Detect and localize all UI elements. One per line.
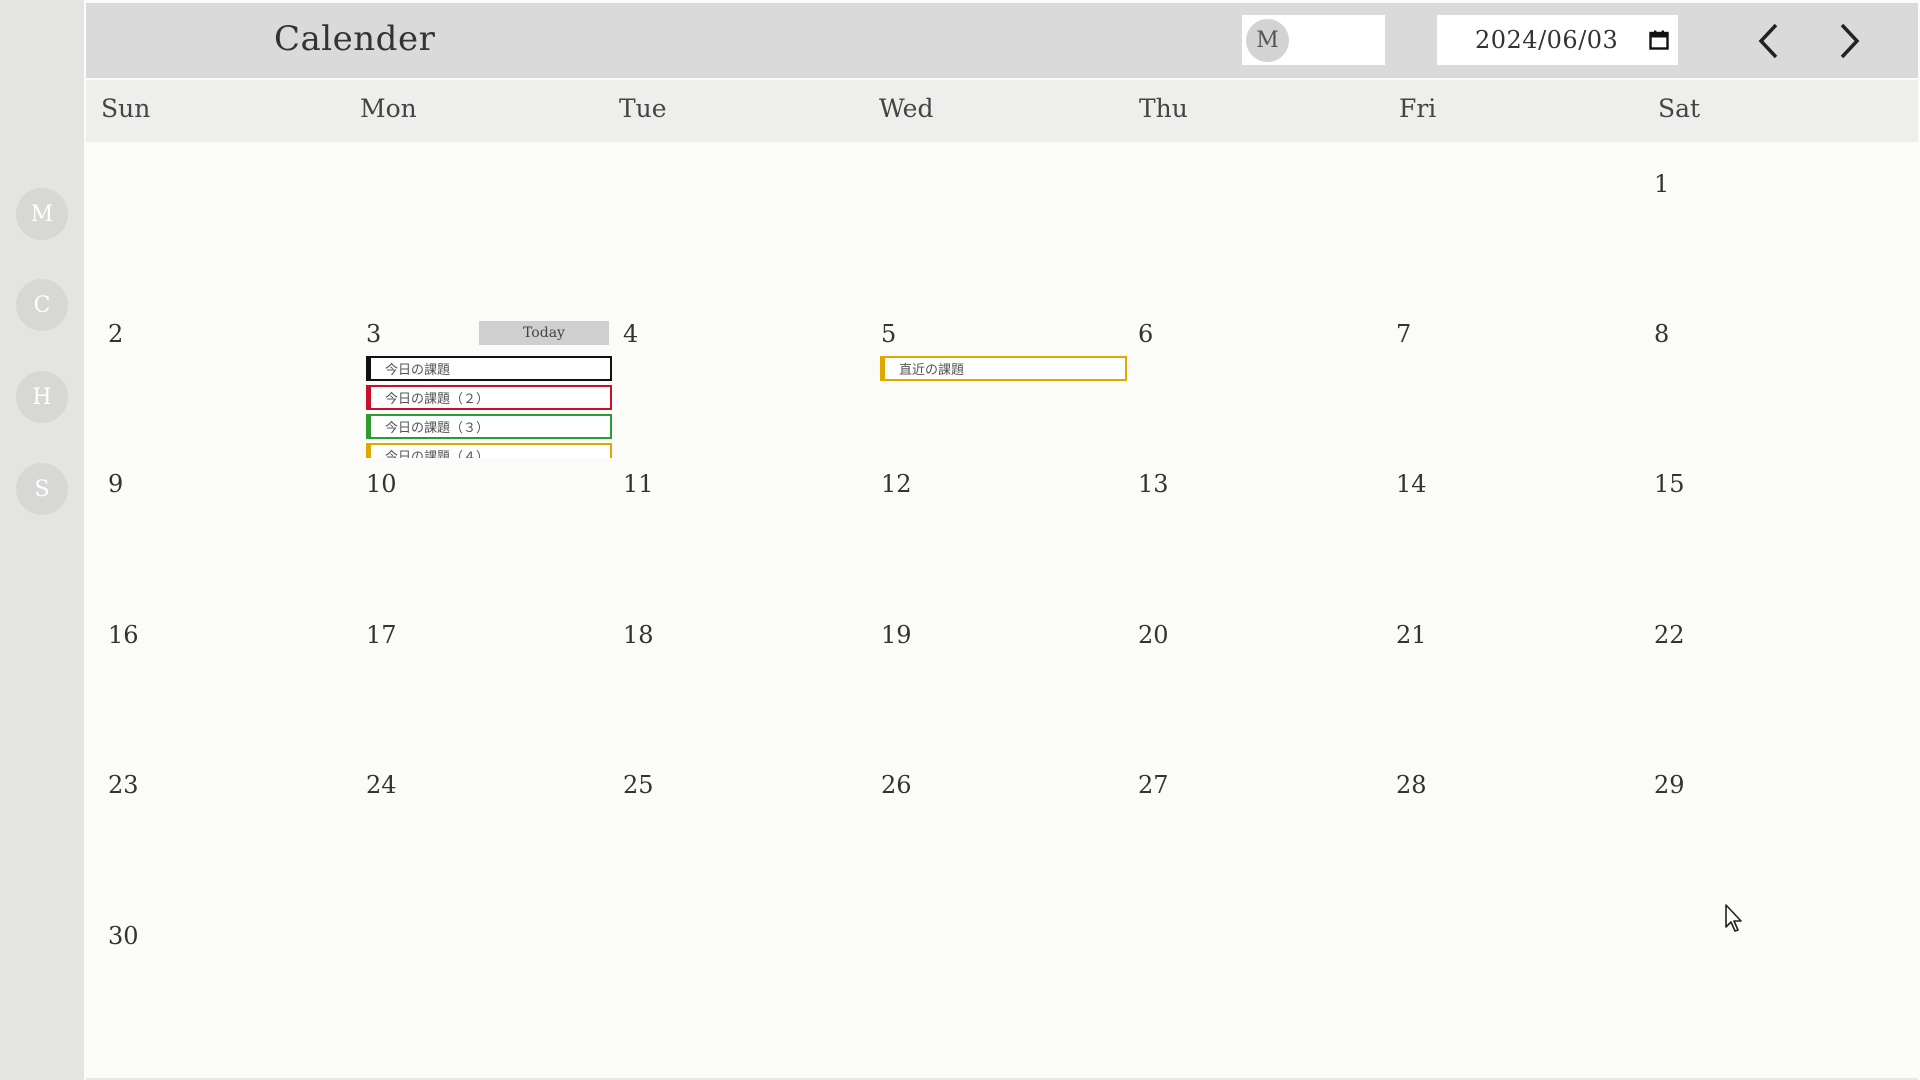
chevron-right-icon[interactable] [1832, 21, 1866, 61]
weekday-fri: Fri [1399, 94, 1437, 123]
day-cell-wed[interactable] [861, 912, 1116, 1057]
day-number: 26 [881, 771, 912, 799]
weekday-mon: Mon [360, 94, 417, 123]
day-number: 20 [1138, 621, 1169, 649]
date-value: 2024/06/03 [1475, 26, 1619, 54]
event-label: 今日の課題（２） [385, 392, 490, 407]
day-cell-fri[interactable] [1376, 310, 1631, 455]
day-cell-tue[interactable] [603, 160, 858, 305]
day-number: 15 [1654, 470, 1685, 498]
day-cell-fri[interactable] [1376, 912, 1631, 1057]
event-item[interactable]: 今日の課題 [366, 356, 612, 381]
day-number: 14 [1396, 470, 1427, 498]
event-item[interactable]: 今日の課題（３） [366, 414, 612, 439]
weekday-sat: Sat [1658, 94, 1701, 123]
mouse-pointer-icon [1725, 904, 1742, 932]
sidebar: M C H S [0, 0, 84, 1080]
weekday-tue: Tue [619, 94, 667, 123]
weekday-thu: Thu [1139, 94, 1188, 123]
event-label: 今日の課題（３） [385, 421, 490, 436]
day-number: 6 [1138, 320, 1154, 348]
day-cell-thu[interactable] [1118, 912, 1373, 1057]
day-number: 30 [108, 922, 139, 950]
event-label: 今日の課題 [385, 363, 451, 378]
day-number: 2 [108, 320, 124, 348]
day-number: 4 [623, 320, 639, 348]
day-number: 24 [366, 771, 397, 799]
date-input[interactable]: 2024/06/03 [1437, 15, 1678, 65]
day-cell-sat[interactable] [1634, 160, 1889, 305]
event-label: 今日の課題（４） [385, 450, 490, 458]
day-number: 27 [1138, 771, 1169, 799]
day-3-event-list: 今日の課題 今日の課題（２） 今日の課題（３） 今日の課題（４） [364, 352, 614, 458]
day-number: 21 [1396, 621, 1427, 649]
day-number: 7 [1396, 320, 1412, 348]
day-number: 13 [1138, 470, 1169, 498]
day-number: 19 [881, 621, 912, 649]
day-number: 10 [366, 470, 397, 498]
day-cell-wed[interactable] [861, 160, 1116, 305]
day-cell-sun[interactable] [88, 310, 343, 455]
day-cell-tue[interactable] [603, 310, 858, 455]
day-number: 18 [623, 621, 654, 649]
sidebar-button-m[interactable]: M [16, 188, 68, 240]
page-title: Calender [274, 19, 436, 59]
event-item[interactable]: 今日の課題（２） [366, 385, 612, 410]
day-number: 23 [108, 771, 139, 799]
day-number: 11 [623, 470, 654, 498]
day-number: 12 [881, 470, 912, 498]
day-number: 17 [366, 621, 397, 649]
day-number: 9 [108, 470, 124, 498]
event-label: 直近の課題 [899, 363, 965, 378]
sidebar-button-s[interactable]: S [16, 463, 68, 515]
view-mode-badge: M [1246, 19, 1289, 62]
day-cell-thu[interactable] [1118, 160, 1373, 305]
today-badge: Today [479, 321, 609, 345]
sidebar-button-h[interactable]: H [16, 371, 68, 423]
weekday-wed: Wed [879, 94, 934, 123]
event-item[interactable]: 直近の課題 [880, 356, 1127, 381]
day-cell-sat[interactable] [1634, 912, 1889, 1057]
day-number: 16 [108, 621, 139, 649]
view-mode-selector[interactable]: M [1242, 15, 1385, 65]
weekday-sun: Sun [101, 94, 151, 123]
day-cell-mon[interactable] [346, 160, 601, 305]
event-item[interactable]: 今日の課題（４） [366, 443, 612, 458]
weekday-header-row: Sun Mon Tue Wed Thu Fri Sat [86, 80, 1918, 142]
day-number: 22 [1654, 621, 1685, 649]
day-cell-wed[interactable] [861, 310, 1116, 455]
day-number: 28 [1396, 771, 1427, 799]
day-number: 25 [623, 771, 654, 799]
calendar-icon[interactable] [1649, 30, 1669, 50]
day-cell-mon[interactable] [346, 912, 601, 1057]
day-cell-sun[interactable] [88, 160, 343, 305]
day-number: 1 [1654, 170, 1670, 198]
day-cell-sun[interactable] [88, 460, 343, 605]
day-cell-thu[interactable] [1118, 310, 1373, 455]
day-number: 8 [1654, 320, 1670, 348]
day-number: 29 [1654, 771, 1685, 799]
day-cell-fri[interactable] [1376, 160, 1631, 305]
header-bar: Calender M 2024/06/03 [86, 3, 1918, 78]
day-number: 5 [881, 320, 897, 348]
day-cell-tue[interactable] [603, 912, 858, 1057]
sidebar-button-c[interactable]: C [16, 279, 68, 331]
day-cell-sat[interactable] [1634, 310, 1889, 455]
day-number: 3 [366, 320, 382, 348]
chevron-left-icon[interactable] [1752, 21, 1786, 61]
